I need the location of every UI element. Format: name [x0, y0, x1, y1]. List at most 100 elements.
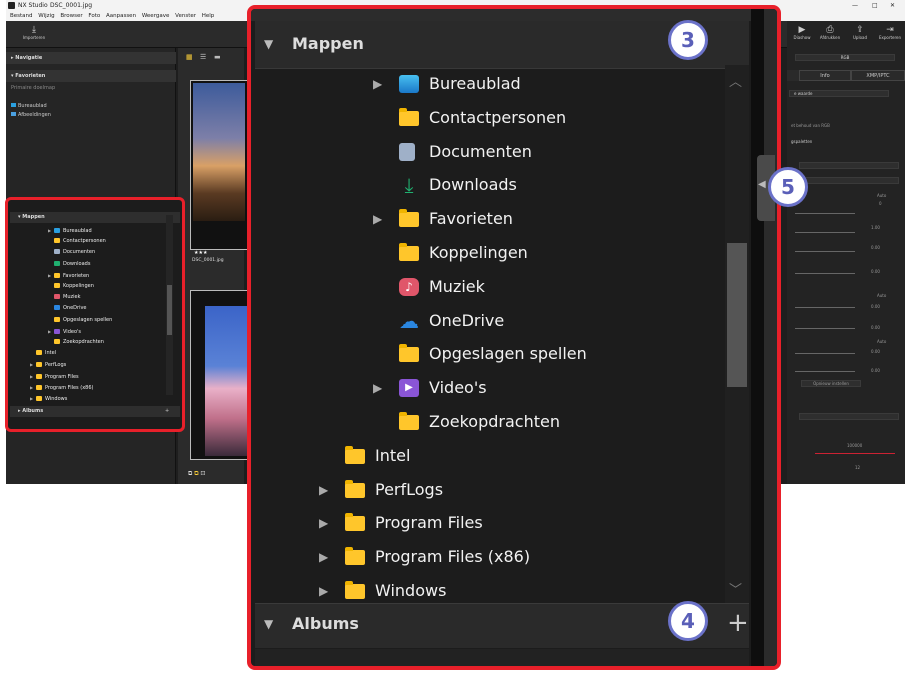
- tab-info[interactable]: Info: [799, 70, 851, 81]
- drive-folder-item[interactable]: Intel: [323, 441, 703, 471]
- small-folder-item[interactable]: Downloads: [48, 260, 90, 269]
- scroll-down-icon[interactable]: ﹀: [729, 579, 742, 598]
- menu-wijzig[interactable]: Wijzig: [38, 13, 54, 19]
- picture-control-select-2[interactable]: [799, 177, 899, 184]
- favorites-header[interactable]: ▾ Favorieten: [6, 70, 176, 82]
- bottom-icons[interactable]: ⧉ ⧉ ⊡: [188, 470, 205, 478]
- folder-item[interactable]: Koppelingen: [377, 238, 717, 268]
- folder-item[interactable]: ▶ ▶ Video's: [373, 373, 717, 403]
- menu-browser[interactable]: Browser: [60, 13, 82, 19]
- grid-view-icon[interactable]: ▦: [186, 53, 193, 61]
- drive-folder-item[interactable]: ▶ Windows: [319, 576, 703, 606]
- slider-7[interactable]: [795, 353, 855, 354]
- small-drive-folder-item[interactable]: ▶ Program Files (x86): [30, 383, 93, 392]
- drive-folder-item[interactable]: ▶ PerfLogs: [319, 475, 703, 505]
- scroll-thumb[interactable]: [727, 243, 747, 387]
- small-drive-folder-item[interactable]: ▶ PerfLogs: [30, 360, 66, 369]
- thumbnail-2[interactable]: [190, 290, 249, 460]
- fav-item-desktop[interactable]: Bureaublad: [11, 103, 47, 109]
- small-folder-item[interactable]: Contactpersonen: [48, 237, 106, 246]
- small-folders-header[interactable]: ▾ Mappen: [10, 212, 180, 223]
- print-button[interactable]: ⎙ Afdrukken: [815, 25, 845, 40]
- max-value: 100000: [847, 443, 863, 448]
- slider-1[interactable]: [795, 213, 855, 214]
- adjust-select[interactable]: [799, 413, 899, 420]
- color-space-select[interactable]: RGB: [795, 54, 895, 61]
- menu-foto[interactable]: Foto: [88, 13, 100, 19]
- expand-arrow-icon[interactable]: ▶: [373, 204, 387, 234]
- expand-arrow-icon[interactable]: ▶: [319, 508, 333, 538]
- small-drive-folder-item[interactable]: ▶ Windows: [30, 394, 67, 403]
- value-5: 0.00: [871, 304, 880, 309]
- small-drive-folder-item[interactable]: ▶ Program Files: [30, 372, 79, 381]
- menu-help[interactable]: Help: [202, 13, 215, 19]
- export-button[interactable]: ⇥ Exporteren: [875, 25, 905, 40]
- single-view-icon[interactable]: ▬: [214, 53, 221, 61]
- navigation-header[interactable]: ▸ Navigatie: [6, 52, 176, 64]
- small-scroll-thumb[interactable]: [167, 285, 172, 335]
- small-folder-item[interactable]: ▶ Video's: [48, 327, 81, 336]
- menu-bestand[interactable]: Bestand: [10, 13, 33, 19]
- small-add-album-icon[interactable]: +: [165, 406, 169, 417]
- expand-arrow-icon[interactable]: ▶: [373, 373, 387, 403]
- menu-venster[interactable]: Venster: [175, 13, 196, 19]
- small-folder-item[interactable]: ▶ Favorieten: [48, 271, 89, 280]
- small-folder-item[interactable]: Opgeslagen spellen: [48, 316, 112, 325]
- collapse-icon[interactable]: ▼: [264, 37, 273, 51]
- auto-label-1: Auto: [877, 193, 887, 198]
- menu-weergave[interactable]: Weergave: [142, 13, 170, 19]
- small-scrollbar[interactable]: [166, 215, 173, 395]
- slider-8[interactable]: [795, 371, 855, 372]
- small-folder-item[interactable]: Zoekopdrachten: [48, 338, 104, 347]
- small-folder-item[interactable]: Muziek: [48, 293, 80, 302]
- menu-aanpassen[interactable]: Aanpassen: [106, 13, 136, 19]
- small-folder-item[interactable]: Documenten: [48, 248, 95, 257]
- drive-folder-item[interactable]: ▶ Program Files: [319, 508, 703, 538]
- small-folder-item[interactable]: Koppelingen: [48, 282, 94, 291]
- document-icon: [399, 142, 415, 161]
- maximize-icon[interactable]: □: [872, 0, 878, 11]
- value-select[interactable]: e waarde: [789, 90, 889, 97]
- folder-icon: [345, 513, 365, 532]
- folder-item[interactable]: Documenten: [377, 137, 717, 167]
- expand-arrow-icon[interactable]: ▶: [319, 542, 333, 572]
- list-view-icon[interactable]: ☰: [200, 53, 206, 61]
- tab-xmp-iptc[interactable]: XMP/IPTC: [851, 70, 905, 81]
- folder-item[interactable]: Contactpersonen: [377, 103, 717, 133]
- minimize-icon[interactable]: —: [852, 0, 858, 11]
- small-folder-item[interactable]: OneDrive: [48, 304, 87, 313]
- thumbnail-1[interactable]: [190, 80, 248, 250]
- thumbnail-rating[interactable]: ★★★: [194, 250, 207, 256]
- folder-item[interactable]: ▶ Bureaublad: [373, 69, 717, 99]
- expand-arrow-icon[interactable]: ▶: [373, 69, 387, 99]
- fav-item-images[interactable]: Afbeeldingen: [11, 112, 51, 118]
- upload-button[interactable]: ⇪ Upload: [845, 25, 875, 40]
- folder-scrollbar[interactable]: ︿ ﹀: [725, 65, 749, 603]
- folder-item[interactable]: ♪ Muziek: [377, 272, 717, 302]
- folder-item[interactable]: ⤓ Downloads: [377, 170, 717, 200]
- slider-4[interactable]: [795, 273, 855, 274]
- small-albums-header[interactable]: ▸ Albums +: [10, 406, 180, 417]
- slider-5[interactable]: [795, 307, 855, 308]
- picture-control-select[interactable]: [799, 162, 899, 169]
- small-folder-item[interactable]: ▶ Bureaublad: [48, 226, 92, 235]
- scroll-up-icon[interactable]: ︿: [729, 71, 742, 90]
- folder-item[interactable]: ☁ OneDrive: [377, 306, 717, 336]
- slider-6[interactable]: [795, 328, 855, 329]
- slider-2[interactable]: [795, 232, 855, 233]
- reset-button[interactable]: Opnieuw instellen: [801, 380, 861, 387]
- close-icon[interactable]: ✕: [890, 0, 895, 11]
- folder-item[interactable]: ▶ Favorieten: [373, 204, 717, 234]
- expand-arrow-icon[interactable]: ▶: [319, 475, 333, 505]
- albums-collapse-icon[interactable]: ▼: [264, 617, 273, 631]
- download-icon: ⤓: [404, 173, 414, 198]
- slider-3[interactable]: [795, 251, 855, 252]
- small-drive-folder-item[interactable]: Intel: [30, 349, 56, 358]
- folder-item[interactable]: Zoekopdrachten: [377, 407, 717, 437]
- drive-folder-item[interactable]: ▶ Program Files (x86): [319, 542, 703, 572]
- slideshow-button[interactable]: ▶ Diashow: [787, 25, 817, 40]
- folder-item[interactable]: Opgeslagen spellen: [377, 339, 717, 369]
- expand-arrow-icon[interactable]: ▶: [319, 576, 333, 606]
- add-album-icon[interactable]: +: [727, 608, 749, 638]
- import-button[interactable]: ⤓ Importeren: [18, 25, 50, 40]
